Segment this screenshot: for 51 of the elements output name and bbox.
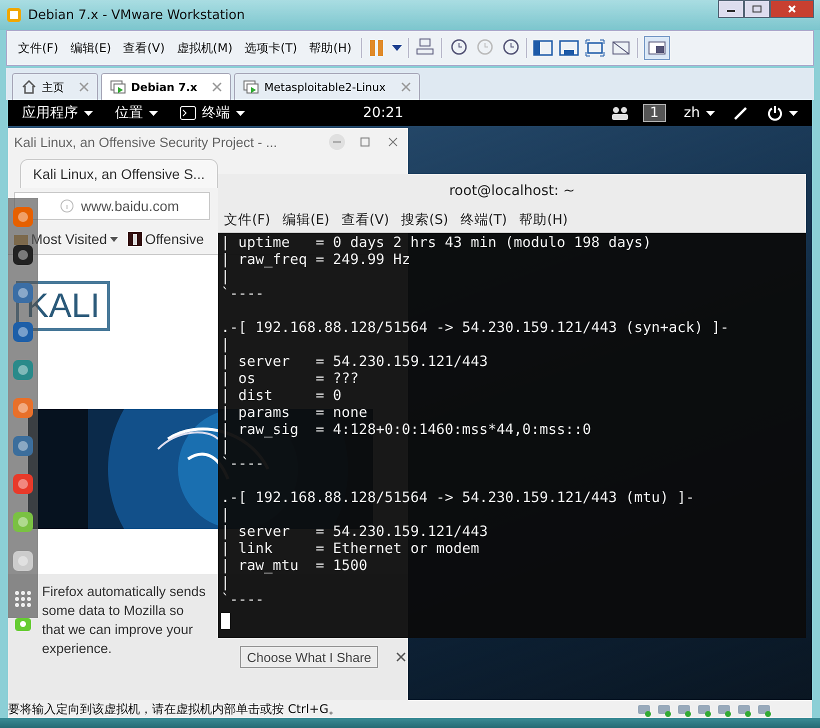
address-bar[interactable]: www.baidu.com	[14, 192, 210, 220]
menu-item[interactable]: 帮助(H)	[519, 211, 568, 229]
workspace-indicator[interactable]: 1	[642, 104, 666, 122]
input-method-menu[interactable]: zh	[680, 105, 719, 121]
terminal-line: |	[221, 575, 230, 592]
terminal-line: | os = ???	[221, 371, 359, 388]
tab[interactable]: Metasploitable2-Linux	[234, 73, 420, 100]
browser-window-title: Kali Linux, an Offensive Security Project - ...	[14, 134, 278, 150]
terminal-line: .-[ 192.168.88.128/51564 -> 54.230.159.121/443 (syn+ack) ]-	[221, 320, 729, 337]
terminal-line: |	[221, 507, 230, 524]
menu-item[interactable]: 文件(F)	[224, 211, 270, 229]
status-message: 要将输入定向到该虚拟机，请在虚拟机内部单击或按 Ctrl+G。	[8, 700, 341, 718]
menu-item[interactable]: 编辑(E)	[67, 38, 114, 58]
top-bar-menu[interactable]: 应用程序	[18, 104, 97, 122]
terminal-line: |	[221, 337, 230, 354]
terminal-line: | dist = 0	[221, 388, 342, 405]
bookmark-menu[interactable]: Most Visited	[14, 231, 118, 247]
terminal-line: | raw_mtu = 1500	[221, 558, 368, 575]
menu-item[interactable]: 文件(F)	[15, 38, 62, 58]
terminal-title: root@localhost: ~	[449, 183, 575, 199]
menu-item[interactable]: 虚拟机(M)	[174, 38, 236, 58]
tab[interactable]: 主页	[12, 73, 98, 100]
terminal-line: |	[221, 439, 230, 456]
browser-tab[interactable]: Kali Linux, an Offensive S...	[20, 159, 218, 188]
terminal-line: | server = 54.230.159.121/443	[221, 354, 488, 371]
terminal-line: | raw_sig = 4:128+0:0:1460:mss*44,0:mss::0	[221, 422, 592, 439]
terminal-line: | params = none	[221, 405, 368, 422]
tab[interactable]: Debian 7.x	[101, 73, 232, 100]
terminal-line: | uptime = 0 days 2 hrs 43 min (modulo 198 days)	[221, 235, 652, 252]
menu-item[interactable]: 查看(V)	[341, 211, 390, 229]
terminal-line: .-[ 192.168.88.128/51564 -> 54.230.159.121/443 (mtu) ]-	[221, 490, 694, 507]
menu-item[interactable]: 帮助(H)	[306, 38, 355, 58]
bookmark-link[interactable]: Offensive	[128, 231, 204, 247]
menu-item[interactable]: 搜索(S)	[401, 211, 448, 229]
terminal-line: |	[221, 269, 230, 286]
terminal-line: | server = 54.230.159.121/443	[221, 524, 488, 541]
menu-item[interactable]: 编辑(E)	[282, 211, 330, 229]
terminal-line: `----	[221, 592, 264, 609]
terminal-line: `----	[221, 456, 264, 473]
window-title: Debian 7.x - VMware Workstation	[28, 8, 245, 22]
terminal-line: | raw_freq = 249.99 Hz	[221, 252, 410, 269]
top-bar-menu[interactable]: 终端	[176, 104, 249, 122]
menu-item[interactable]: 选项卡(T)	[242, 38, 300, 58]
menu-item[interactable]: 查看(V)	[120, 38, 168, 58]
top-bar-menu[interactable]: 位置	[111, 104, 162, 122]
menu-item[interactable]: 终端(T)	[460, 211, 508, 229]
notification-text: Firefox automatically sends some data to Mozilla so that we can improve your experience.	[42, 583, 207, 658]
choose-what-i-share-button[interactable]: Choose What I Share	[240, 646, 378, 668]
clock[interactable]: 20:21	[363, 105, 404, 121]
terminal-line: | link = Ethernet or modem	[221, 541, 480, 558]
terminal-line: `----	[221, 286, 264, 303]
